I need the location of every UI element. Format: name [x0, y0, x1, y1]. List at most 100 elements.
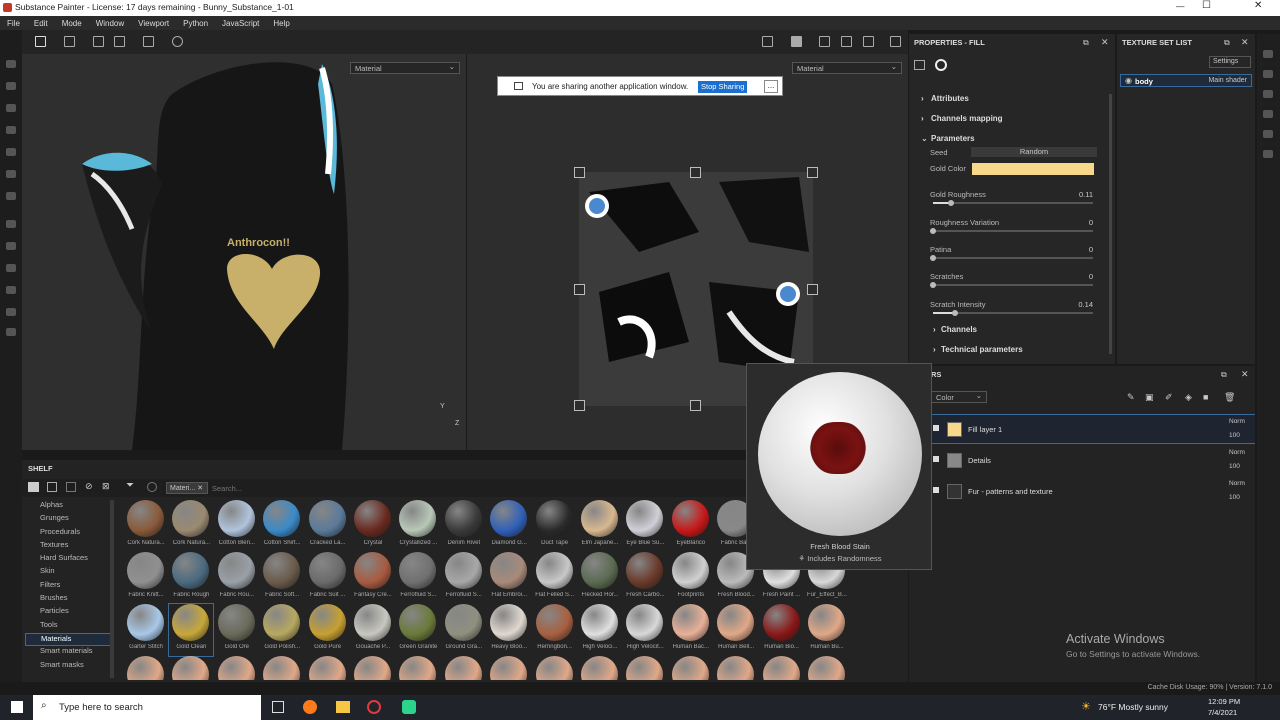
- cube-icon[interactable]: [841, 36, 852, 47]
- layer-visibility-icon[interactable]: [933, 425, 939, 431]
- slider-knob[interactable]: [947, 200, 954, 206]
- shelf-category[interactable]: Tools: [25, 620, 113, 633]
- material-thumbnail[interactable]: EyeBlanco: [669, 500, 713, 552]
- parameters-section[interactable]: Parameters: [931, 134, 975, 143]
- add-folder-icon[interactable]: ■: [1203, 392, 1208, 402]
- channels-section[interactable]: Channels: [941, 325, 977, 334]
- material-thumbnail[interactable]: [124, 656, 168, 680]
- close-panel-icon[interactable]: ✕: [1241, 369, 1249, 380]
- shelf-category[interactable]: Grunges: [25, 513, 113, 526]
- material-thumbnail[interactable]: [215, 656, 259, 680]
- material-thumbnail[interactable]: Gold Clean: [168, 603, 215, 657]
- mirror-y-icon[interactable]: [114, 36, 125, 47]
- material-thumbnail[interactable]: [169, 656, 213, 680]
- material-thumbnail[interactable]: Human Bu...: [805, 604, 849, 656]
- material-thumbnail[interactable]: Cork Natura...: [169, 500, 213, 552]
- clear-filter-icon[interactable]: [147, 482, 157, 492]
- texture-set-row[interactable]: ◉ body Main shader: [1120, 74, 1252, 87]
- material-thumbnail[interactable]: [487, 656, 531, 680]
- material-thumbnail[interactable]: Fabric Rough: [169, 552, 213, 604]
- polygon-fill-icon[interactable]: [6, 126, 16, 134]
- render-icon[interactable]: [6, 264, 16, 272]
- undock-icon[interactable]: ⧉: [1221, 370, 1227, 380]
- material-thumbnail[interactable]: Eye Blue Su...: [623, 500, 667, 552]
- param-slider[interactable]: [930, 255, 1093, 261]
- close-panel-icon[interactable]: ✕: [1101, 37, 1109, 48]
- slider-knob[interactable]: [930, 228, 936, 234]
- task-view-icon[interactable]: [272, 701, 284, 713]
- gold-color-swatch[interactable]: [972, 163, 1094, 175]
- transform-handle-b[interactable]: [690, 400, 701, 411]
- shelf-category[interactable]: Skin: [25, 566, 113, 579]
- transform-handle-tl[interactable]: [574, 167, 585, 178]
- streaming-app-icon[interactable]: [402, 700, 416, 714]
- settings-icon[interactable]: [6, 220, 16, 228]
- material-thumbnail[interactable]: [306, 656, 350, 680]
- layer-visibility-icon[interactable]: [933, 456, 939, 462]
- taskbar-search-box[interactable]: ⌕ Type here to search: [33, 695, 261, 720]
- material-thumbnail[interactable]: Gold Polish...: [260, 604, 304, 656]
- menu-file[interactable]: File: [0, 19, 27, 28]
- material-thumbnail[interactable]: High Velocit...: [623, 604, 667, 656]
- photoshop-icon[interactable]: [6, 286, 16, 294]
- shelf-category[interactable]: Alphas: [25, 500, 113, 513]
- view-toggle-icon[interactable]: ⊠: [102, 481, 110, 492]
- projection-icon[interactable]: [6, 104, 16, 112]
- viewport-3d[interactable]: Material Anthrocon!! Y Z: [22, 54, 466, 450]
- share-minimize-button[interactable]: ...: [764, 80, 778, 93]
- material-thumbnail[interactable]: [533, 656, 577, 680]
- log-icon[interactable]: [1263, 150, 1273, 158]
- menu-javascript[interactable]: JavaScript: [215, 19, 266, 28]
- material-thumbnail[interactable]: Crystal: [351, 500, 395, 552]
- shelf-category[interactable]: Particles: [25, 606, 113, 619]
- material-thumbnail[interactable]: Diamond G...: [487, 500, 531, 552]
- hide-icon[interactable]: [762, 36, 773, 47]
- param-slider[interactable]: [933, 310, 1093, 316]
- file-explorer-icon[interactable]: [336, 701, 350, 713]
- material-thumbnail[interactable]: [351, 656, 395, 680]
- layer-visibility-icon[interactable]: [933, 487, 939, 493]
- material-thumbnail[interactable]: Fabric Suit ...: [306, 552, 350, 604]
- screenshot-icon[interactable]: [890, 36, 901, 47]
- material-thumbnail[interactable]: High Veloci...: [578, 604, 622, 656]
- list-icon[interactable]: [64, 36, 75, 47]
- slider-knob[interactable]: [952, 310, 959, 316]
- mirror-x-icon[interactable]: [93, 36, 104, 47]
- menu-edit[interactable]: Edit: [27, 19, 55, 28]
- material-thumbnail[interactable]: Ground Gra...: [442, 604, 486, 656]
- viewport-2d-channel-dropdown[interactable]: Material: [792, 62, 902, 74]
- shelf-category[interactable]: Smart masks: [25, 660, 113, 673]
- param-slider[interactable]: [933, 200, 1093, 206]
- material-thumbnail[interactable]: Herringbon...: [533, 604, 577, 656]
- shelf-search-input[interactable]: [212, 481, 752, 495]
- transform-handle-bl[interactable]: [574, 400, 585, 411]
- hide-resource-icon[interactable]: ⊘: [85, 481, 93, 492]
- material-thumbnail[interactable]: Fantasy Cre...: [351, 552, 395, 604]
- shelf-category[interactable]: Procedurals: [25, 527, 113, 540]
- shelf-category[interactable]: Smart materials: [25, 646, 113, 659]
- maximize-icon[interactable]: ☐: [1202, 0, 1211, 11]
- material-thumbnail[interactable]: Ferrofluid S...: [396, 552, 440, 604]
- transform-handle-tr[interactable]: [807, 167, 818, 178]
- display-icon[interactable]: [6, 242, 16, 250]
- new-resource-icon[interactable]: [47, 482, 57, 492]
- eraser-icon[interactable]: [6, 82, 16, 90]
- material-thumbnail[interactable]: Gouache P...: [351, 604, 395, 656]
- add-fill-layer-icon[interactable]: ◈: [1185, 392, 1192, 403]
- material-thumbnail[interactable]: Gold Ore: [215, 604, 259, 656]
- filter-tag[interactable]: Materi... ✕: [166, 482, 208, 494]
- properties-scrollbar[interactable]: [1109, 94, 1112, 354]
- export-icon[interactable]: [6, 308, 16, 316]
- shelf-category[interactable]: Brushes: [25, 593, 113, 606]
- layer-blend-mode[interactable]: Norm: [1229, 449, 1245, 456]
- technical-parameters-section[interactable]: Technical parameters: [941, 345, 1023, 354]
- material-thumbnail[interactable]: [396, 656, 440, 680]
- close-icon[interactable]: ✕: [1254, 0, 1262, 11]
- gear-icon[interactable]: [6, 328, 16, 336]
- material-thumbnail[interactable]: Heavy Bloo...: [487, 604, 531, 656]
- menu-python[interactable]: Python: [176, 19, 215, 28]
- material-thumbnail[interactable]: Flat Embroi...: [487, 552, 531, 604]
- smudge-icon[interactable]: [6, 148, 16, 156]
- minimize-icon[interactable]: —: [1176, 1, 1185, 11]
- grid-icon[interactable]: [35, 36, 46, 47]
